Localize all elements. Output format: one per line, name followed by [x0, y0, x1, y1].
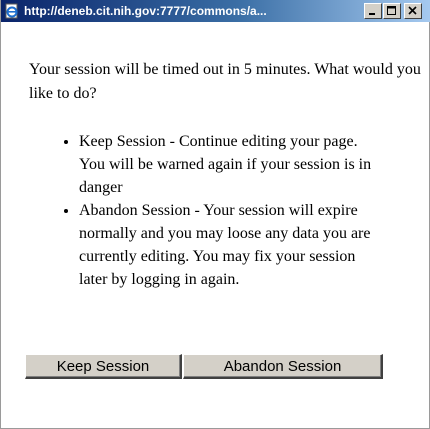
- list-item: Keep Session - Continue editing your pag…: [79, 130, 379, 199]
- options-list: Keep Session - Continue editing your pag…: [29, 130, 429, 291]
- list-item: Abandon Session - Your session will expi…: [79, 199, 379, 291]
- ie-page-icon: [4, 3, 20, 19]
- popup-window: http://deneb.cit.nih.gov:7777/commons/a.…: [0, 0, 430, 429]
- timeout-message: Your session will be timed out in 5 minu…: [29, 61, 421, 102]
- minimize-icon[interactable]: [364, 3, 382, 19]
- dialog-body: Your session will be timed out in 5 minu…: [29, 58, 429, 291]
- title-bar[interactable]: http://deneb.cit.nih.gov:7777/commons/a.…: [1, 0, 430, 22]
- button-row: Keep Session Abandon Session: [25, 354, 383, 379]
- abandon-session-button[interactable]: Abandon Session: [183, 354, 383, 379]
- keep-session-button[interactable]: Keep Session: [25, 354, 182, 379]
- window-controls: [363, 3, 422, 19]
- maximize-icon[interactable]: [383, 3, 401, 19]
- close-icon[interactable]: [404, 3, 422, 19]
- window-title: http://deneb.cit.nih.gov:7777/commons/a.…: [24, 4, 267, 18]
